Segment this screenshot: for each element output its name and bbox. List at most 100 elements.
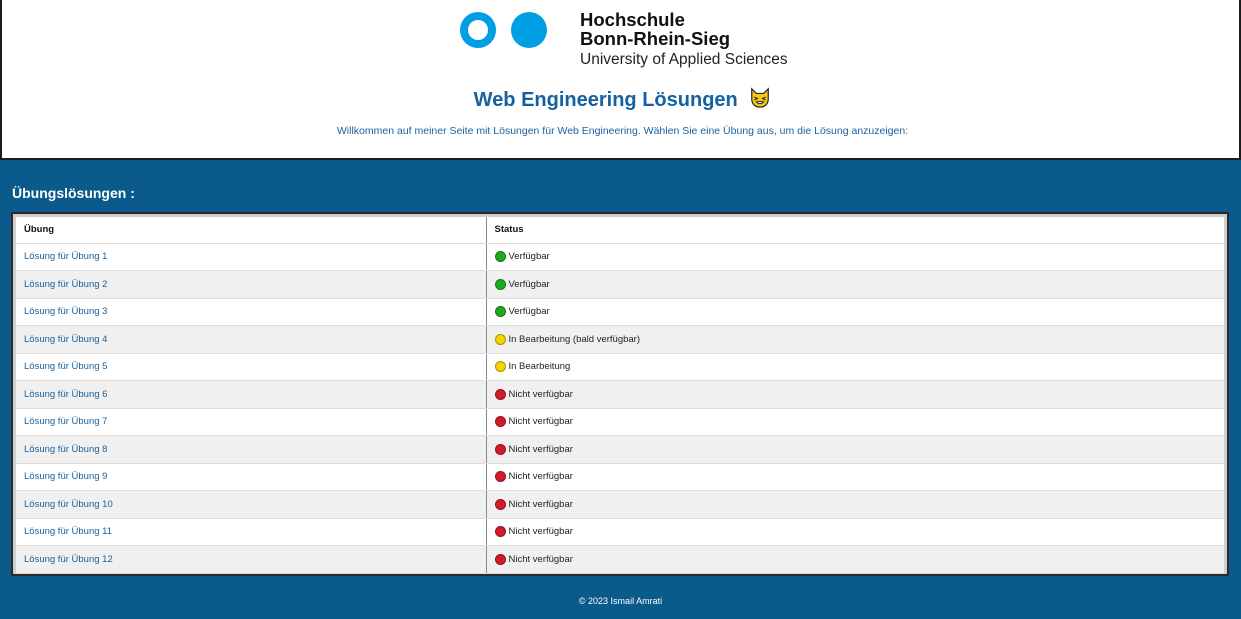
status-cell: Nicht verfügbar — [486, 435, 1224, 464]
solution-link[interactable]: Lösung für Übung 4 — [24, 334, 107, 345]
solution-link[interactable]: Lösung für Übung 9 — [24, 471, 107, 482]
solutions-table: Übung Status Lösung für Übung 1 Verfügbar… — [16, 217, 1224, 574]
table-row: Lösung für Übung 1 Verfügbar — [16, 243, 1224, 271]
logo-line-2: Bonn-Rhein-Sieg — [580, 28, 731, 49]
university-logo[interactable]: Hochschule Bonn-Rhein-Sieg University of… — [460, 8, 800, 70]
table-row: Lösung für Übung 6 Nicht verfügbar — [16, 380, 1224, 409]
status-badge: Nicht verfügbar — [494, 526, 1217, 538]
logo-ring-icon — [460, 12, 496, 48]
status-label: Nicht verfügbar — [508, 471, 573, 483]
status-label: Nicht verfügbar — [508, 498, 573, 510]
table-row: Lösung für Übung 3 Verfügbar — [16, 298, 1224, 326]
solution-link[interactable]: Lösung für Übung 10 — [24, 499, 113, 510]
column-header-status: Status — [486, 217, 1224, 244]
status-dot-icon — [494, 361, 506, 373]
table-header-row: Übung Status — [16, 217, 1224, 244]
status-dot-icon — [494, 471, 506, 483]
status-cell: Nicht verfügbar — [486, 408, 1224, 436]
cat-face-icon — [751, 87, 770, 108]
status-badge: Nicht verfügbar — [494, 553, 1217, 565]
status-badge: Nicht verfügbar — [494, 388, 1217, 400]
exercise-cell: Lösung für Übung 7 — [16, 408, 487, 436]
status-cell: Nicht verfügbar — [486, 463, 1224, 491]
status-badge: Verfügbar — [494, 251, 1217, 263]
status-dot-icon — [494, 526, 506, 538]
status-cell: In Bearbeitung — [486, 353, 1224, 381]
status-dot-icon — [494, 416, 506, 428]
status-label: Verfügbar — [508, 306, 550, 318]
status-dot-icon — [494, 388, 506, 400]
table-row: Lösung für Übung 8 Nicht verfügbar — [16, 435, 1224, 464]
status-dot-icon — [494, 443, 506, 455]
solution-link[interactable]: Lösung für Übung 2 — [24, 279, 107, 290]
status-label: Nicht verfügbar — [508, 553, 573, 565]
status-dot-icon — [494, 333, 506, 345]
solution-link[interactable]: Lösung für Übung 11 — [24, 526, 112, 537]
exercise-cell: Lösung für Übung 1 — [16, 243, 487, 271]
status-badge: Nicht verfügbar — [494, 471, 1217, 483]
status-cell: Verfügbar — [486, 298, 1224, 326]
exercise-cell: Lösung für Übung 8 — [16, 435, 487, 464]
table-row: Lösung für Übung 5 In Bearbeitung — [16, 353, 1224, 381]
status-label: In Bearbeitung (bald verfügbar) — [508, 333, 641, 345]
status-badge: Verfügbar — [494, 306, 1217, 318]
status-cell: Nicht verfügbar — [486, 490, 1224, 519]
status-cell: In Bearbeitung (bald verfügbar) — [486, 325, 1224, 354]
status-dot-icon — [494, 306, 506, 318]
solution-link[interactable]: Lösung für Übung 1 — [24, 251, 107, 262]
status-cell: Nicht verfügbar — [486, 545, 1224, 574]
status-dot-icon — [494, 278, 506, 290]
status-label: In Bearbeitung — [508, 361, 571, 373]
logo-dot-icon — [511, 12, 547, 48]
solutions-table-frame: Übung Status Lösung für Übung 1 Verfügbar… — [11, 212, 1229, 576]
exercise-cell: Lösung für Übung 5 — [16, 353, 487, 381]
table-row: Lösung für Übung 4 In Bearbeitung (bald v… — [16, 325, 1224, 354]
page-header: Hochschule Bonn-Rhein-Sieg University of… — [0, 0, 1241, 160]
status-badge: Nicht verfügbar — [494, 443, 1217, 455]
logo-line-1: Hochschule — [580, 9, 685, 30]
status-cell: Verfügbar — [486, 243, 1224, 271]
status-label: Nicht verfügbar — [508, 388, 573, 400]
status-dot-icon — [494, 498, 506, 510]
status-cell: Nicht verfügbar — [486, 380, 1224, 409]
status-dot-icon — [494, 553, 506, 565]
status-badge: In Bearbeitung (bald verfügbar) — [494, 333, 1217, 345]
status-label: Nicht verfügbar — [508, 526, 573, 538]
logo-line-3: University of Applied Sciences — [580, 51, 788, 68]
solution-link[interactable]: Lösung für Übung 6 — [24, 389, 107, 400]
exercise-cell: Lösung für Übung 6 — [16, 380, 487, 409]
page-title: Web Engineering Lösungen — [2, 86, 1241, 114]
footer-copyright: © 2023 Ismail Amrati — [578, 596, 663, 606]
solution-link[interactable]: Lösung für Übung 8 — [24, 444, 107, 455]
section-title: Übungslösungen : — [12, 185, 135, 201]
status-dot-icon — [494, 251, 506, 263]
page-title-text: Web Engineering Lösungen — [473, 89, 738, 111]
status-cell: Verfügbar — [486, 270, 1224, 299]
table-row: Lösung für Übung 9 Nicht verfügbar — [16, 463, 1224, 491]
exercise-cell: Lösung für Übung 2 — [16, 270, 487, 299]
solution-link[interactable]: Lösung für Übung 7 — [24, 416, 107, 427]
table-row: Lösung für Übung 7 Nicht verfügbar — [16, 408, 1224, 436]
status-badge: In Bearbeitung — [494, 361, 1217, 373]
status-badge: Nicht verfügbar — [494, 416, 1217, 428]
table-row: Lösung für Übung 2 Verfügbar — [16, 270, 1224, 299]
solution-link[interactable]: Lösung für Übung 5 — [24, 361, 107, 372]
status-label: Nicht verfügbar — [508, 443, 573, 455]
table-row: Lösung für Übung 10 Nicht verfügbar — [16, 490, 1224, 519]
status-cell: Nicht verfügbar — [486, 518, 1224, 546]
status-badge: Nicht verfügbar — [494, 498, 1217, 510]
table-row: Lösung für Übung 12 Nicht verfügbar — [16, 545, 1224, 574]
status-label: Verfügbar — [508, 278, 550, 290]
exercise-cell: Lösung für Übung 12 — [16, 545, 487, 574]
exercise-cell: Lösung für Übung 3 — [16, 298, 487, 326]
status-label: Verfügbar — [508, 251, 550, 263]
column-header-exercise: Übung — [16, 217, 487, 244]
exercise-cell: Lösung für Übung 10 — [16, 490, 487, 519]
exercise-cell: Lösung für Übung 11 — [16, 518, 487, 546]
page-subtitle: Willkommen auf meiner Seite mit Lösungen… — [336, 125, 909, 137]
exercise-cell: Lösung für Übung 9 — [16, 463, 487, 491]
solution-link[interactable]: Lösung für Übung 3 — [24, 306, 107, 317]
table-row: Lösung für Übung 11 Nicht verfügbar — [16, 518, 1224, 546]
solution-link[interactable]: Lösung für Übung 12 — [24, 554, 113, 565]
status-badge: Verfügbar — [494, 278, 1217, 290]
